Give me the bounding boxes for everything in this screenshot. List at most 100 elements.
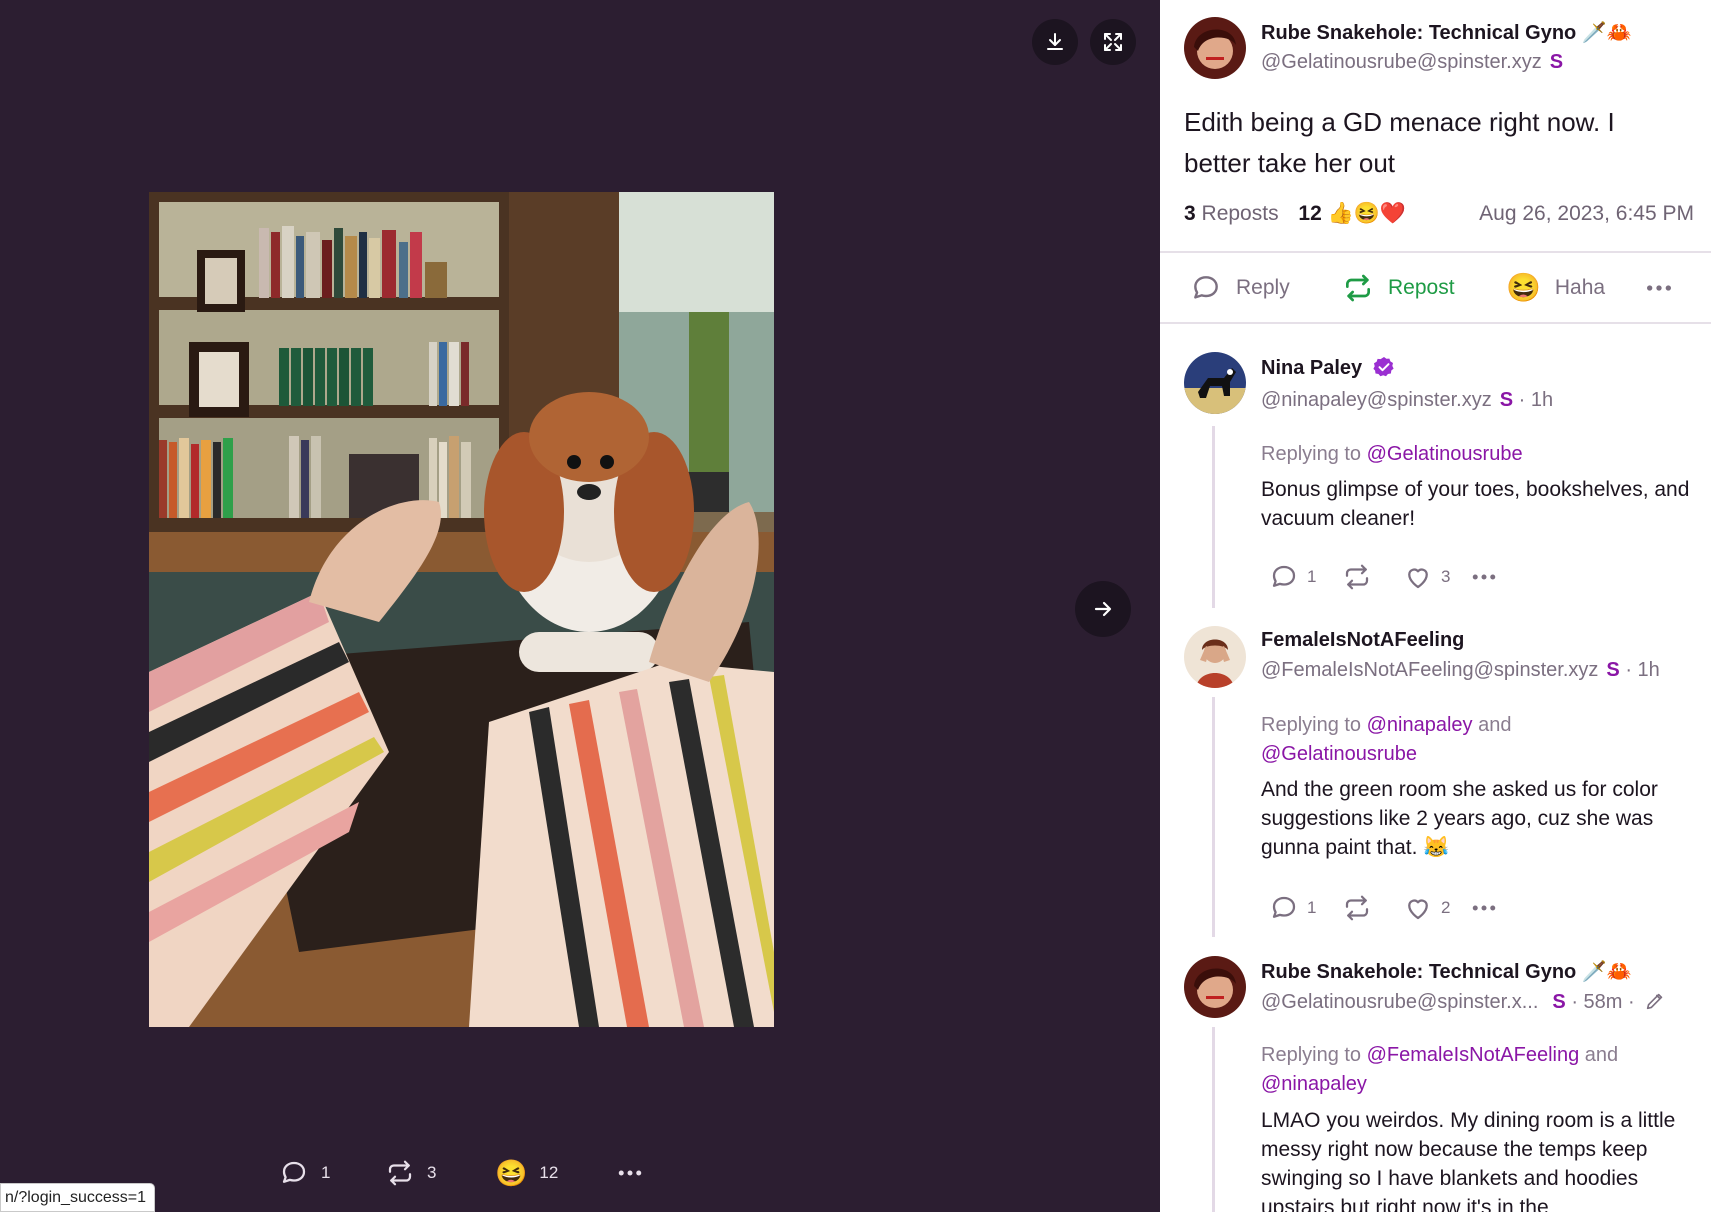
laughing-emoji-icon: 😆 <box>495 1158 528 1188</box>
reply-body: LMAO you weirdos. My dining room is a li… <box>1261 1109 1676 1212</box>
replying-and: and <box>1584 1044 1619 1066</box>
post-author-handle: @Gelatinousrube@spinster.xyz S <box>1261 51 1563 74</box>
post-timestamp[interactable]: Aug 26, 2023, 6:45 PM <box>1479 202 1694 226</box>
avatar-image <box>1184 956 1246 1018</box>
thread-line <box>1212 697 1215 937</box>
repost-icon <box>1346 274 1370 302</box>
reply-author-handle: @Gelatinousrube@spinster.x... S · 58m · <box>1261 990 1666 1014</box>
divider <box>1160 322 1711 324</box>
app-root: 1 3 😆 12 n/?login_success=1 Rube Snakeho… <box>0 0 1711 1212</box>
reply-author-name[interactable]: FemaleIsNotAFeeling <box>1261 629 1464 652</box>
post-text: Edith being a GD menace right now. I bet… <box>1184 107 1615 178</box>
repost-icon <box>1345 895 1369 921</box>
media-reply-count: 1 <box>321 1163 331 1182</box>
mention-link[interactable]: @FemaleIsNotAFeeling <box>1367 1044 1580 1066</box>
replying-to-line: Replying to @Gelatinousrube <box>1261 440 1691 469</box>
media-more-button[interactable] <box>615 1158 645 1188</box>
comment-icon <box>282 1161 306 1183</box>
reply-repost-button[interactable] <box>1342 893 1372 923</box>
media-action-bar: 1 3 😆 12 <box>0 1152 1160 1196</box>
more-icon <box>1472 574 1496 580</box>
avatar-image <box>1184 352 1246 414</box>
reposts-label: Reposts <box>1201 202 1279 225</box>
reply-author-name[interactable]: Rube Snakehole: Technical Gyno 🗡️🦀 <box>1261 959 1632 984</box>
reply-body: Bonus glimpse of your toes, bookshelves,… <box>1261 478 1690 530</box>
heart-icon <box>1408 568 1428 589</box>
repost-icon <box>1345 564 1369 590</box>
laughing-emoji-icon: 😆 <box>1506 272 1541 303</box>
more-options-button[interactable] <box>1643 272 1675 304</box>
more-icon <box>618 1170 642 1176</box>
repost-button[interactable]: Repost <box>1342 272 1455 304</box>
mention-link[interactable]: @Gelatinousrube <box>1261 743 1417 765</box>
replying-prefix: Replying to <box>1261 714 1362 736</box>
mention-link[interactable]: @Gelatinousrube <box>1367 443 1523 465</box>
reactions-stat[interactable]: 12 👍😆❤️ <box>1298 202 1406 225</box>
replying-to-line: Replying to @ninapaley and @Gelatinousru… <box>1261 711 1691 769</box>
reply-reply-button[interactable]: 1 <box>1269 893 1316 923</box>
reply-handle-text[interactable]: @Gelatinousrube@spinster.x... <box>1261 991 1538 1013</box>
reply-actions: 1 2 <box>1269 893 1569 925</box>
reply-time[interactable]: · 1h <box>1625 659 1659 681</box>
arrow-right-icon <box>1094 601 1112 617</box>
reply-handle-text[interactable]: @FemaleIsNotAFeeling@spinster.xyz <box>1261 659 1598 681</box>
thread-line <box>1212 1027 1215 1212</box>
expand-icon <box>1104 33 1122 51</box>
avatar-image <box>1184 17 1246 79</box>
reply-avatar[interactable] <box>1184 626 1246 688</box>
replying-prefix: Replying to <box>1261 443 1362 465</box>
mention-link[interactable]: @ninapaley <box>1261 1073 1367 1095</box>
post-stats: 3 Reposts 12 👍😆❤️ Aug 26, 2023, 6:45 PM <box>1184 202 1694 226</box>
reply-time[interactable]: · 58m · <box>1571 991 1634 1013</box>
reply-like-count: 2 <box>1441 898 1451 917</box>
next-media-button[interactable] <box>1075 581 1131 637</box>
more-icon <box>1647 285 1671 291</box>
post-author-avatar[interactable] <box>1184 17 1246 79</box>
spinster-badge: S <box>1549 51 1564 73</box>
reply-avatar[interactable] <box>1184 352 1246 414</box>
post-author-handle-text[interactable]: @Gelatinousrube@spinster.xyz <box>1261 51 1542 73</box>
reply-more-button[interactable] <box>1469 893 1499 923</box>
replying-to-line: Replying to @FemaleIsNotAFeeling and @ni… <box>1261 1041 1691 1099</box>
media-reaction-count: 12 <box>539 1163 559 1182</box>
media-reaction-button[interactable]: 😆 12 <box>495 1158 558 1188</box>
reply-label: Reply <box>1236 276 1290 299</box>
photo-dog-feet-image <box>149 192 774 1027</box>
reply-handle-text[interactable]: @ninapaley@spinster.xyz <box>1261 389 1492 411</box>
reply-author-name-text[interactable]: Nina Paley <box>1261 357 1362 379</box>
reply-reply-button[interactable]: 1 <box>1269 562 1316 592</box>
reply-avatar[interactable] <box>1184 956 1246 1018</box>
haha-reaction-button[interactable]: 😆 Haha <box>1506 272 1605 304</box>
reply-like-button[interactable]: 3 <box>1403 562 1450 592</box>
reply-time[interactable]: · 1h <box>1519 389 1553 411</box>
spinster-badge: S <box>1552 991 1566 1013</box>
repost-label: Repost <box>1388 276 1455 299</box>
media-viewer: 1 3 😆 12 n/?login_success=1 <box>0 0 1160 1212</box>
reaction-emojis: 👍😆❤️ <box>1327 202 1407 225</box>
download-icon <box>1047 33 1063 50</box>
thread-line <box>1212 426 1215 608</box>
download-button[interactable] <box>1032 19 1078 65</box>
reply-more-button[interactable] <box>1469 562 1499 592</box>
edited-pencil-icon[interactable] <box>1644 990 1666 1012</box>
reactions-count: 12 <box>1298 202 1322 225</box>
reply-button[interactable]: Reply <box>1190 272 1290 304</box>
reply-repost-button[interactable] <box>1342 562 1372 592</box>
thread-panel: Rube Snakehole: Technical Gyno 🗡️🦀 @Gela… <box>1160 0 1711 1212</box>
reply-reply-count: 1 <box>1307 898 1317 917</box>
fullscreen-button[interactable] <box>1090 19 1136 65</box>
media-repost-count: 3 <box>427 1163 437 1182</box>
media-repost-button[interactable]: 3 <box>385 1158 436 1188</box>
media-reply-button[interactable]: 1 <box>279 1158 330 1188</box>
comment-icon <box>1272 896 1296 918</box>
mention-link[interactable]: @ninapaley <box>1367 714 1473 736</box>
browser-status-url: n/?login_success=1 <box>0 1183 155 1212</box>
post-photo[interactable] <box>149 192 774 1027</box>
reposts-stat[interactable]: 3 Reposts <box>1184 202 1279 225</box>
replying-prefix: Replying to <box>1261 1044 1362 1066</box>
reposts-count: 3 <box>1184 202 1196 225</box>
reply-body: And the green room she asked us for colo… <box>1261 778 1658 859</box>
reply-like-button[interactable]: 2 <box>1403 893 1450 923</box>
post-actions: Reply Repost 😆 Haha <box>1160 252 1711 324</box>
post-author-name[interactable]: Rube Snakehole: Technical Gyno 🗡️🦀 <box>1261 20 1632 45</box>
